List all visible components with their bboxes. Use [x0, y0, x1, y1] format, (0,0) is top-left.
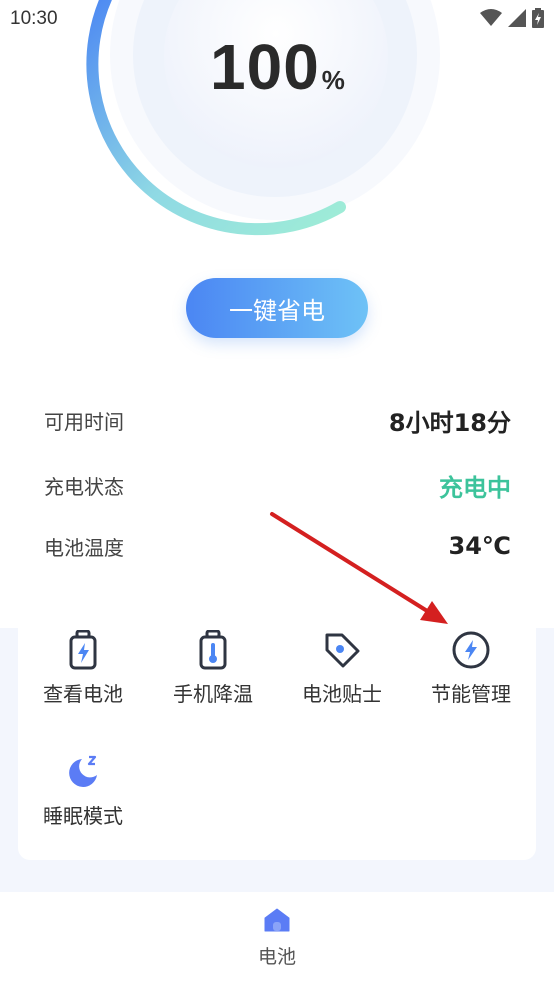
battery-percent: 100% — [210, 30, 346, 104]
feature-battery-tips[interactable]: 电池贴士 — [277, 616, 407, 726]
info-row-available-time: 可用时间 8小时18分 — [44, 400, 511, 440]
info-label: 充电状态 — [44, 474, 124, 499]
feature-label: 节能管理 — [431, 682, 511, 706]
feature-label: 查看电池 — [43, 682, 123, 706]
feature-check-battery[interactable]: 查看电池 — [18, 616, 148, 726]
nav-item-label: 电池 — [257, 946, 296, 968]
lightning-circle-icon — [451, 630, 491, 670]
feature-phone-cooling[interactable]: 手机降温 — [148, 616, 278, 726]
battery-percent-unit: % — [321, 65, 346, 95]
info-label: 电池温度 — [44, 535, 124, 560]
battery-thermometer-icon — [193, 630, 233, 670]
nav-item-battery[interactable]: 电池 — [237, 908, 317, 969]
home-icon — [237, 908, 317, 936]
feature-label: 电池贴士 — [302, 682, 382, 706]
moon-sleep-icon — [63, 752, 103, 792]
feature-sleep-mode[interactable]: 睡眠模式 — [18, 738, 148, 848]
info-value: 34℃ — [448, 532, 511, 560]
feature-energy-management[interactable]: 节能管理 — [406, 616, 536, 726]
info-row-battery-temp: 电池温度 34℃ — [44, 526, 511, 566]
info-value: 8小时18分 — [388, 408, 511, 437]
info-value: 充电中 — [439, 473, 511, 502]
feature-panel: 查看电池 手机降温 电池贴士 节能管理 睡眠模式 — [18, 606, 536, 860]
battery-gauge: 100% — [0, 0, 554, 240]
battery-charge-icon — [63, 630, 103, 670]
feature-label: 手机降温 — [173, 682, 253, 706]
tag-icon — [322, 630, 362, 670]
bottom-nav: 电池 — [0, 892, 554, 984]
feature-label: 睡眠模式 — [43, 804, 123, 828]
one-key-save-button[interactable]: 一键省电 — [186, 278, 368, 338]
battery-percent-number: 100 — [210, 31, 320, 103]
info-row-charge-status: 充电状态 充电中 — [44, 465, 511, 505]
info-label: 可用时间 — [44, 409, 124, 434]
